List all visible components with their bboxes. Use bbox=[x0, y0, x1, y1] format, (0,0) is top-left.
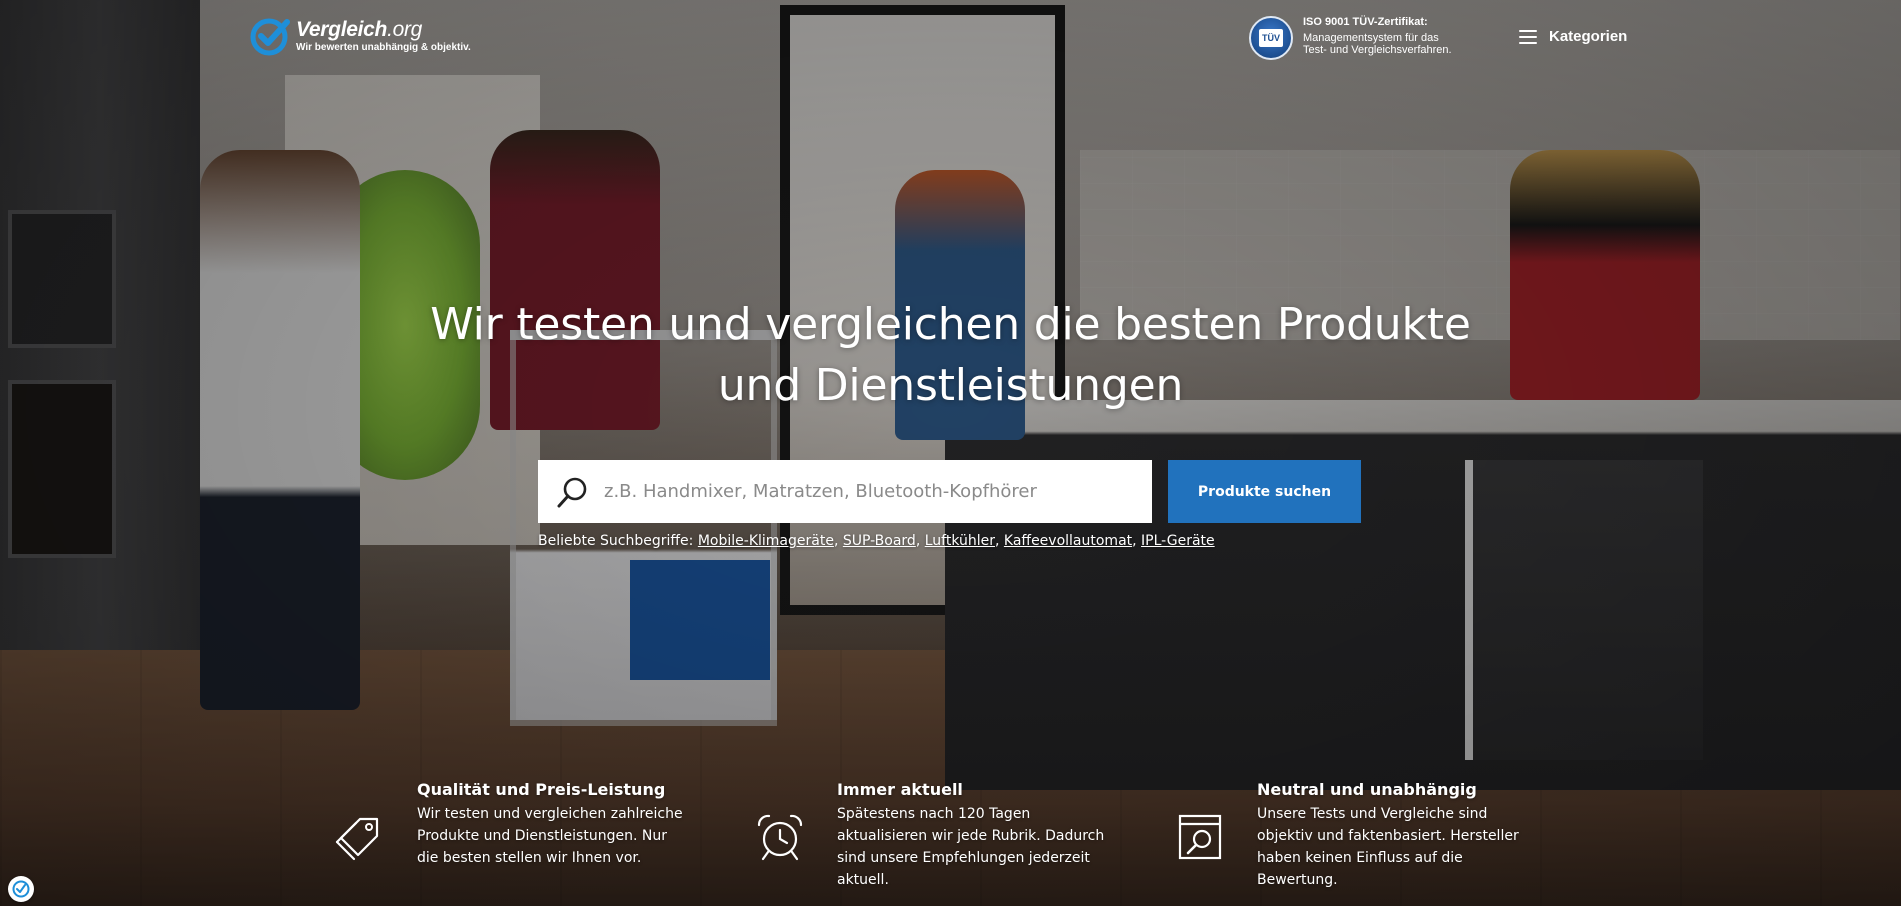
site-logo[interactable]: Vergleich.org Wir bewerten unabhängig & … bbox=[250, 16, 471, 56]
search-box bbox=[538, 460, 1152, 523]
certificate-line-2: Test- und Vergleichsverfahren. bbox=[1303, 44, 1452, 56]
popular-term-link[interactable]: Luftkühler bbox=[925, 533, 995, 549]
shield-check-icon bbox=[12, 880, 30, 898]
popular-term-link[interactable]: SUP-Board bbox=[843, 533, 916, 549]
search-icon bbox=[557, 477, 587, 507]
logo-brand: Vergleich.org bbox=[296, 17, 423, 41]
alarm-clock-icon bbox=[757, 814, 803, 861]
tuv-seal-icon: TÜV bbox=[1249, 16, 1293, 60]
feature-up-to-date: Immer aktuell Spätestens nach 120 Tagen … bbox=[757, 780, 1104, 891]
popular-term-link[interactable]: Kaffeevollautomat bbox=[1004, 533, 1132, 549]
search-input[interactable] bbox=[604, 460, 1152, 523]
tuv-certificate[interactable]: TÜV ISO 9001 TÜV-Zertifikat: Managements… bbox=[1249, 16, 1452, 60]
hero-background bbox=[0, 0, 1901, 906]
checkmark-logo-icon bbox=[250, 18, 290, 56]
popular-term-link[interactable]: IPL-Geräte bbox=[1141, 533, 1215, 549]
feature-title: Neutral und unabhängig bbox=[1257, 780, 1477, 799]
hamburger-icon bbox=[1519, 29, 1537, 44]
popular-searches-label: Beliebte Suchbegriffe: bbox=[538, 533, 694, 549]
certificate-title: ISO 9001 TÜV-Zertifikat: bbox=[1303, 16, 1428, 28]
popular-term-link[interactable]: Mobile-Klimageräte bbox=[698, 533, 834, 549]
hero-overlay bbox=[0, 0, 1901, 906]
certificate-line-1: Managementsystem für das bbox=[1303, 32, 1439, 44]
magnifier-document-icon bbox=[1178, 814, 1222, 860]
feature-neutral: Neutral und unabhängig Unsere Tests und … bbox=[1178, 780, 1519, 891]
categories-menu-button[interactable]: Kategorien bbox=[1519, 28, 1627, 45]
feature-quality: Qualität und Preis-Leistung Wir testen u… bbox=[335, 780, 683, 869]
price-tag-icon bbox=[335, 817, 379, 861]
feature-title: Qualität und Preis-Leistung bbox=[417, 780, 666, 799]
feature-title: Immer aktuell bbox=[837, 780, 963, 799]
cookie-consent-icon[interactable] bbox=[8, 876, 34, 902]
popular-searches: Beliebte Suchbegriffe: Mobile-Klimagerät… bbox=[538, 533, 1215, 549]
categories-label: Kategorien bbox=[1549, 28, 1628, 45]
hero-headline: Wir testen und vergleichen die besten Pr… bbox=[430, 299, 1471, 411]
logo-tagline: Wir bewerten unabhängig & objektiv. bbox=[296, 41, 471, 53]
search-button[interactable]: Produkte suchen bbox=[1168, 460, 1361, 523]
